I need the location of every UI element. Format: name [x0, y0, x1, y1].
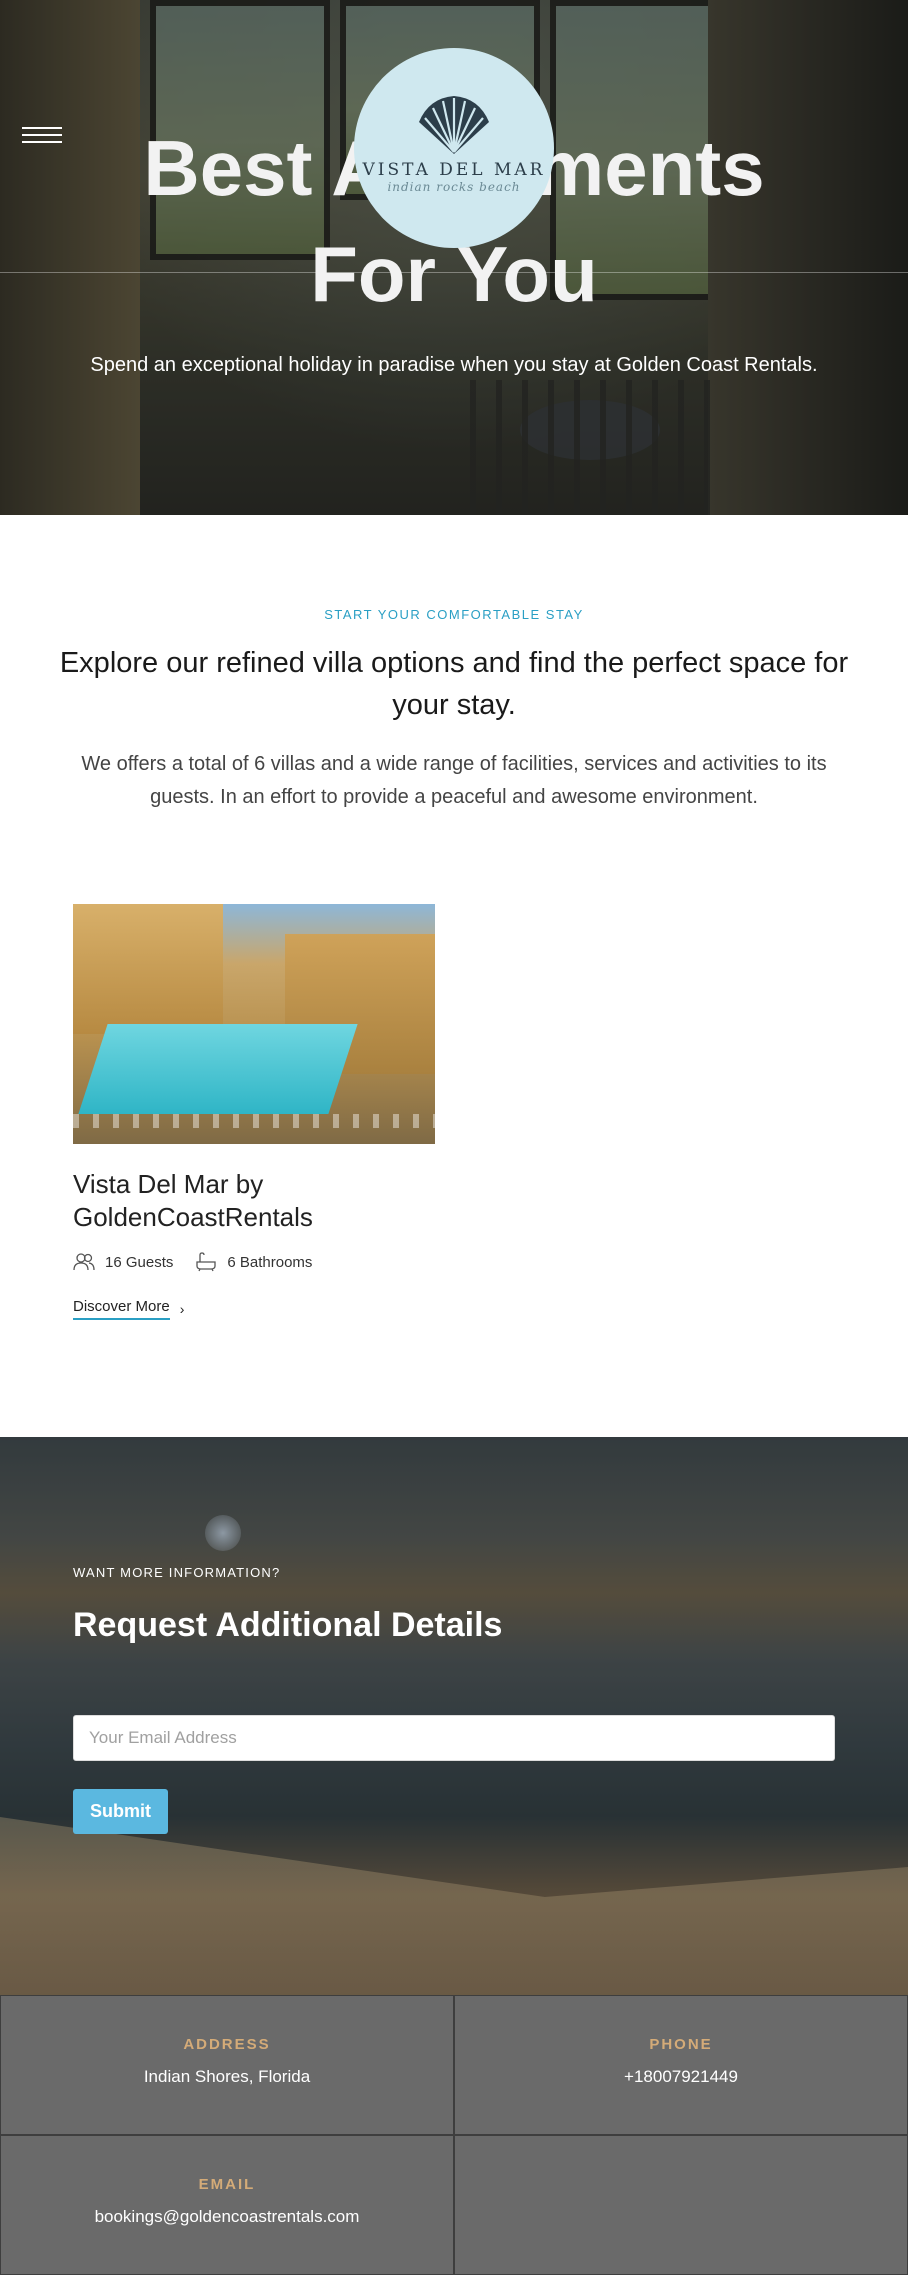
villa-listing: Vista Del Mar by GoldenCoastRentals 16 G… [0, 814, 908, 1437]
seashell-icon [419, 96, 489, 154]
intro-heading: Explore our refined villa options and fi… [59, 647, 849, 721]
logo-tagline: indian rocks beach [387, 180, 521, 194]
contact-info: ADDRESS Indian Shores, Florida PHONE +18… [0, 1995, 908, 2275]
villa-meta: 16 Guests 6 Bathrooms [73, 1252, 908, 1272]
discover-more-link[interactable]: Discover More › [73, 1298, 184, 1320]
email-cell: EMAIL bookings@goldencoastrentals.com [0, 2135, 454, 2275]
villa-title[interactable]: Vista Del Mar by GoldenCoastRentals [73, 1168, 373, 1234]
email-label: EMAIL [198, 2176, 256, 2193]
villa-photo-building [73, 904, 223, 1034]
discover-more-label: Discover More [73, 1298, 170, 1320]
intro-text: We offers a total of 6 villas and a wide… [81, 753, 827, 808]
villa-photo[interactable] [73, 904, 435, 1144]
bathtub-icon [196, 1252, 217, 1272]
cta-heading: Request Additional Details [73, 1606, 503, 1644]
cta-content: WANT MORE INFORMATION? Request Additiona… [0, 1437, 908, 1834]
chevron-right-icon: › [179, 1301, 185, 1317]
villa-photo-deck-lights [73, 1114, 435, 1128]
hero-section: VISTA DEL MAR indian rocks beach Best Ap… [0, 0, 908, 515]
bathrooms-info: 6 Bathrooms [195, 1252, 312, 1272]
empty-cell [454, 2135, 908, 2275]
logo-brand-text: VISTA DEL MAR [362, 160, 546, 180]
guests-icon [73, 1253, 95, 1271]
request-details-section: WANT MORE INFORMATION? Request Additiona… [0, 1437, 908, 1995]
cta-eyebrow: WANT MORE INFORMATION? [73, 1565, 281, 1580]
address-value: Indian Shores, Florida [143, 2067, 311, 2086]
phone-cell: PHONE +18007921449 [454, 1995, 908, 2135]
site-logo[interactable]: VISTA DEL MAR indian rocks beach [354, 48, 554, 248]
intro-eyebrow: START YOUR COMFORTABLE STAY [324, 607, 584, 622]
hero-subtitle: Spend an exceptional holiday in paradise… [90, 354, 818, 376]
guests-count: 16 Guests [105, 1253, 174, 1271]
phone-value[interactable]: +18007921449 [455, 2067, 907, 2087]
submit-button[interactable]: Submit [73, 1789, 168, 1834]
villa-photo-pool [78, 1024, 358, 1114]
email-value[interactable]: bookings@goldencoastrentals.com [1, 2207, 453, 2227]
intro-section: START YOUR COMFORTABLE STAY Explore our … [0, 515, 908, 814]
phone-label: PHONE [649, 2036, 713, 2053]
email-input[interactable] [73, 1715, 835, 1761]
address-label: ADDRESS [183, 2036, 271, 2053]
guests-info: 16 Guests [73, 1253, 173, 1271]
bathrooms-count: 6 Bathrooms [227, 1253, 313, 1271]
address-cell: ADDRESS Indian Shores, Florida [0, 1995, 454, 2135]
